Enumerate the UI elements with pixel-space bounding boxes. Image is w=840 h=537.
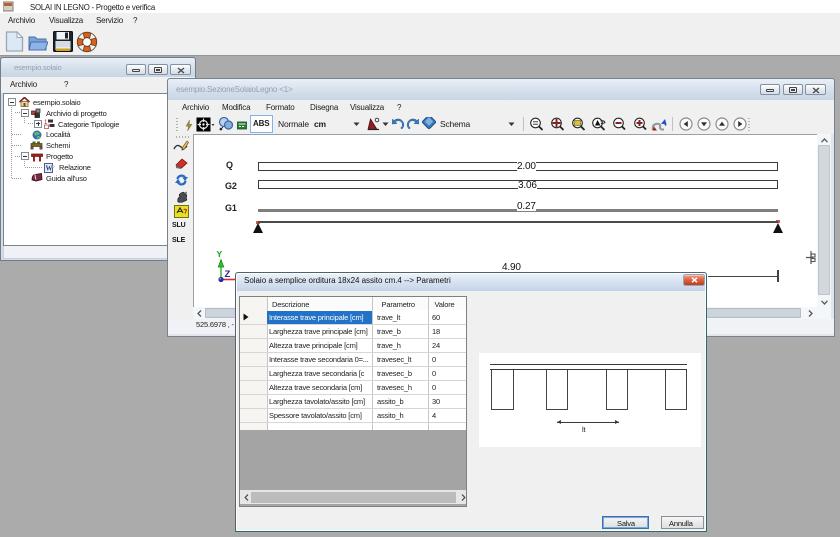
svg-text:Y: Y xyxy=(217,249,223,259)
svg-text:W: W xyxy=(46,164,53,172)
svg-text:Z: Z xyxy=(225,269,231,280)
